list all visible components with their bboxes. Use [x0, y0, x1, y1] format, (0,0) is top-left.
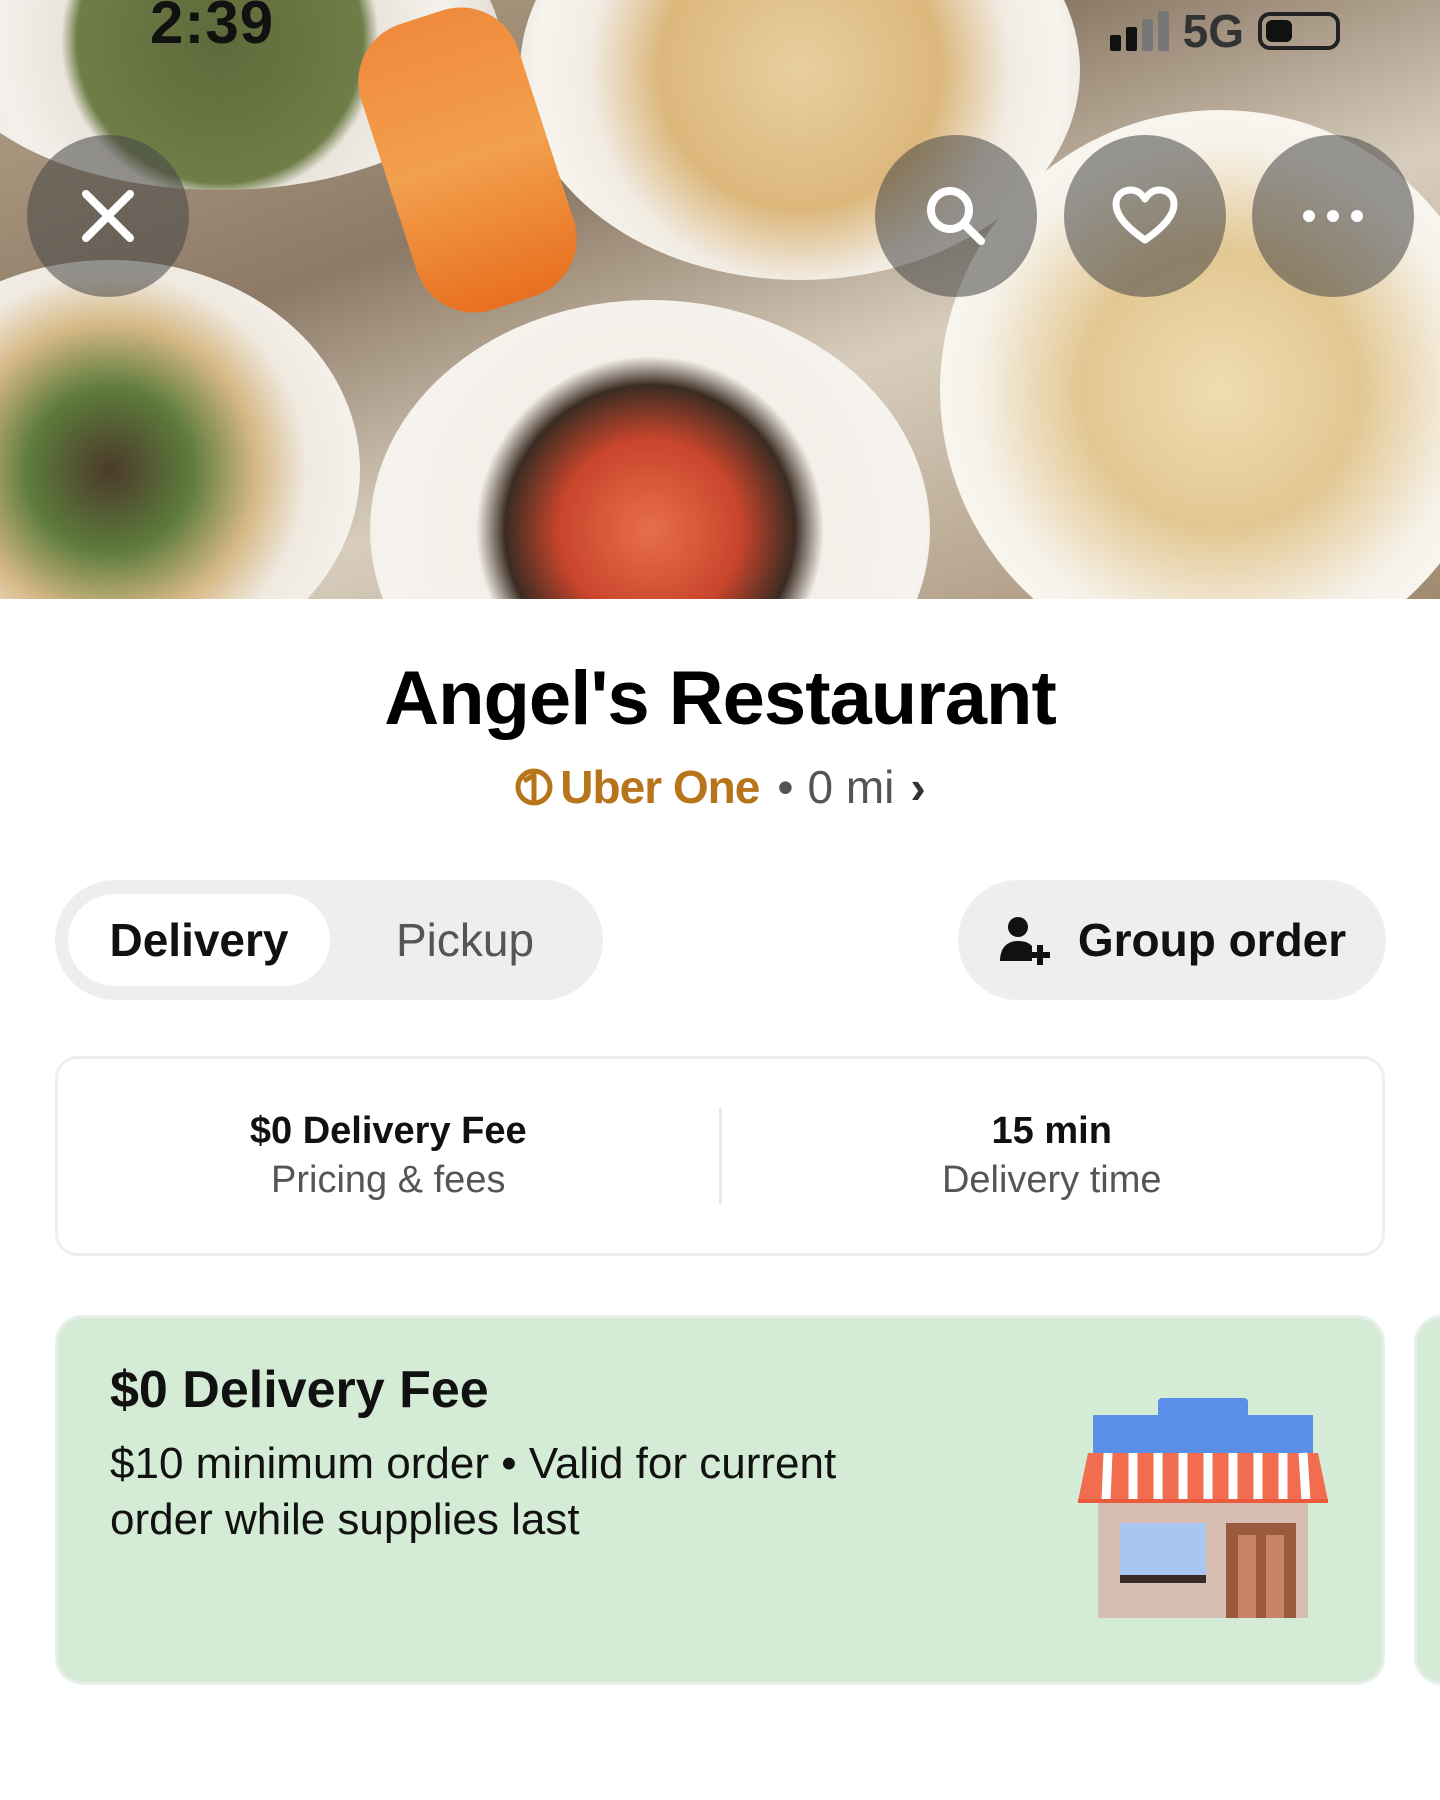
promo-description: $10 minimum order • Valid for current or…: [110, 1439, 837, 1544]
search-icon: [927, 187, 985, 245]
delivery-time-value: 15 min: [991, 1110, 1112, 1152]
store-icon: [1078, 1398, 1328, 1618]
status-icons: 5G: [1109, 4, 1340, 58]
separator-dot: •: [777, 761, 794, 813]
group-order-button[interactable]: Group order: [958, 880, 1386, 1000]
uber-one-badge: Uber One: [514, 760, 760, 814]
delivery-fee-value: $0 Delivery Fee: [249, 1110, 527, 1152]
close-icon: [82, 190, 134, 242]
uber-one-label: Uber One: [560, 761, 760, 813]
hero-image: 2:39 5G: [0, 0, 1440, 599]
distance-label: 0 mi: [807, 761, 895, 813]
status-time: 2:39: [150, 0, 275, 56]
favorite-button[interactable]: [1064, 135, 1226, 297]
search-button[interactable]: [875, 135, 1037, 297]
promo-title: $0 Delivery Fee: [110, 1361, 489, 1419]
chevron-right-icon: ›: [910, 761, 926, 813]
plate-tacos: [0, 260, 360, 599]
promo-card[interactable]: $0 Delivery Fee $10 minimum order • Vali…: [55, 1315, 1385, 1685]
add-person-icon: [999, 917, 1050, 965]
group-order-label: Group order: [1077, 914, 1347, 966]
next-promo-card[interactable]: [1414, 1315, 1440, 1685]
time-info: 15 min Delivery time: [722, 1110, 1383, 1202]
more-icon: [1303, 210, 1363, 222]
uber-one-icon: [515, 768, 553, 806]
more-button[interactable]: [1252, 135, 1414, 297]
delivery-time-label: Delivery time: [941, 1159, 1162, 1201]
pricing-fees-label: Pricing & fees: [271, 1159, 506, 1201]
tab-delivery[interactable]: Delivery: [68, 894, 330, 986]
fee-info[interactable]: $0 Delivery Fee Pricing & fees: [58, 1110, 719, 1202]
battery-icon: [1258, 12, 1340, 50]
plate-ceviche: [370, 300, 930, 599]
restaurant-name: Angel's Restaurant: [384, 656, 1057, 741]
network-label: 5G: [1182, 5, 1244, 57]
signal-icon: [1109, 11, 1169, 51]
tab-pickup[interactable]: Pickup: [355, 894, 575, 986]
restaurant-meta[interactable]: Uber One • 0 mi ›: [0, 760, 1440, 814]
order-mode-toggle[interactable]: Delivery Pickup: [55, 880, 603, 1000]
delivery-info-card: $0 Delivery Fee Pricing & fees 15 min De…: [55, 1056, 1385, 1256]
heart-icon: [1112, 186, 1178, 244]
close-button[interactable]: [27, 135, 189, 297]
